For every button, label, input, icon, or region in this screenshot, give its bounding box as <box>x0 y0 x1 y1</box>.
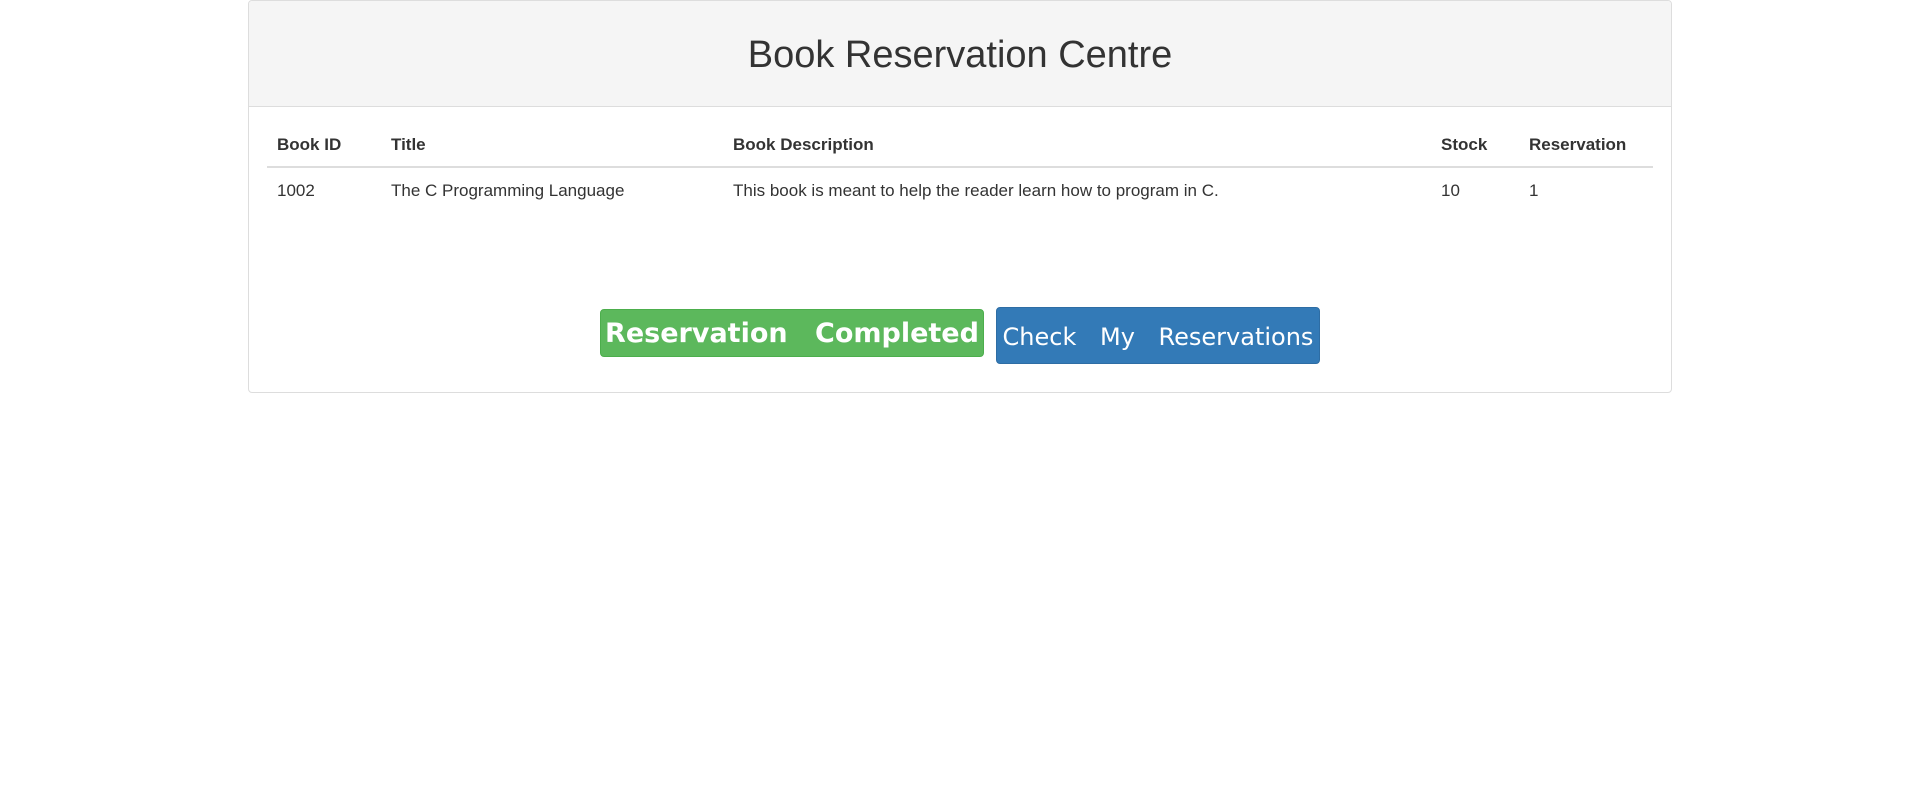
header-row: Book ID Title Book Description Stock Res… <box>267 121 1653 168</box>
header-book-id: Book ID <box>267 121 381 168</box>
header-description: Book Description <box>723 121 1431 168</box>
reservation-panel: Book Reservation Centre Book ID Title Bo… <box>248 0 1672 393</box>
table-header: Book ID Title Book Description Stock Res… <box>267 121 1653 168</box>
table-row: 1002 The C Programming Language This boo… <box>267 167 1653 211</box>
check-my-reservations-button[interactable]: Check My Reservations <box>996 307 1320 364</box>
cell-reservation: 1 <box>1529 181 1539 200</box>
panel-heading: Book Reservation Centre <box>249 1 1671 107</box>
cell-stock: 10 <box>1441 181 1460 200</box>
books-table: Book ID Title Book Description Stock Res… <box>267 121 1653 211</box>
reservation-completed-button[interactable]: Reservation Completed <box>600 309 984 357</box>
table-body: 1002 The C Programming Language This boo… <box>267 167 1653 211</box>
header-title: Title <box>381 121 723 168</box>
header-reservation: Reservation <box>1519 121 1653 168</box>
panel-body: Book ID Title Book Description Stock Res… <box>249 107 1671 211</box>
page-title: Book Reservation Centre <box>747 34 1173 76</box>
header-stock: Stock <box>1431 121 1519 168</box>
action-row: Reservation Completed Check My Reservati… <box>249 307 1671 364</box>
cell-title: The C Programming Language <box>391 181 625 200</box>
cell-description: This book is meant to help the reader le… <box>733 181 1219 200</box>
cell-book-id: 1002 <box>277 181 315 200</box>
